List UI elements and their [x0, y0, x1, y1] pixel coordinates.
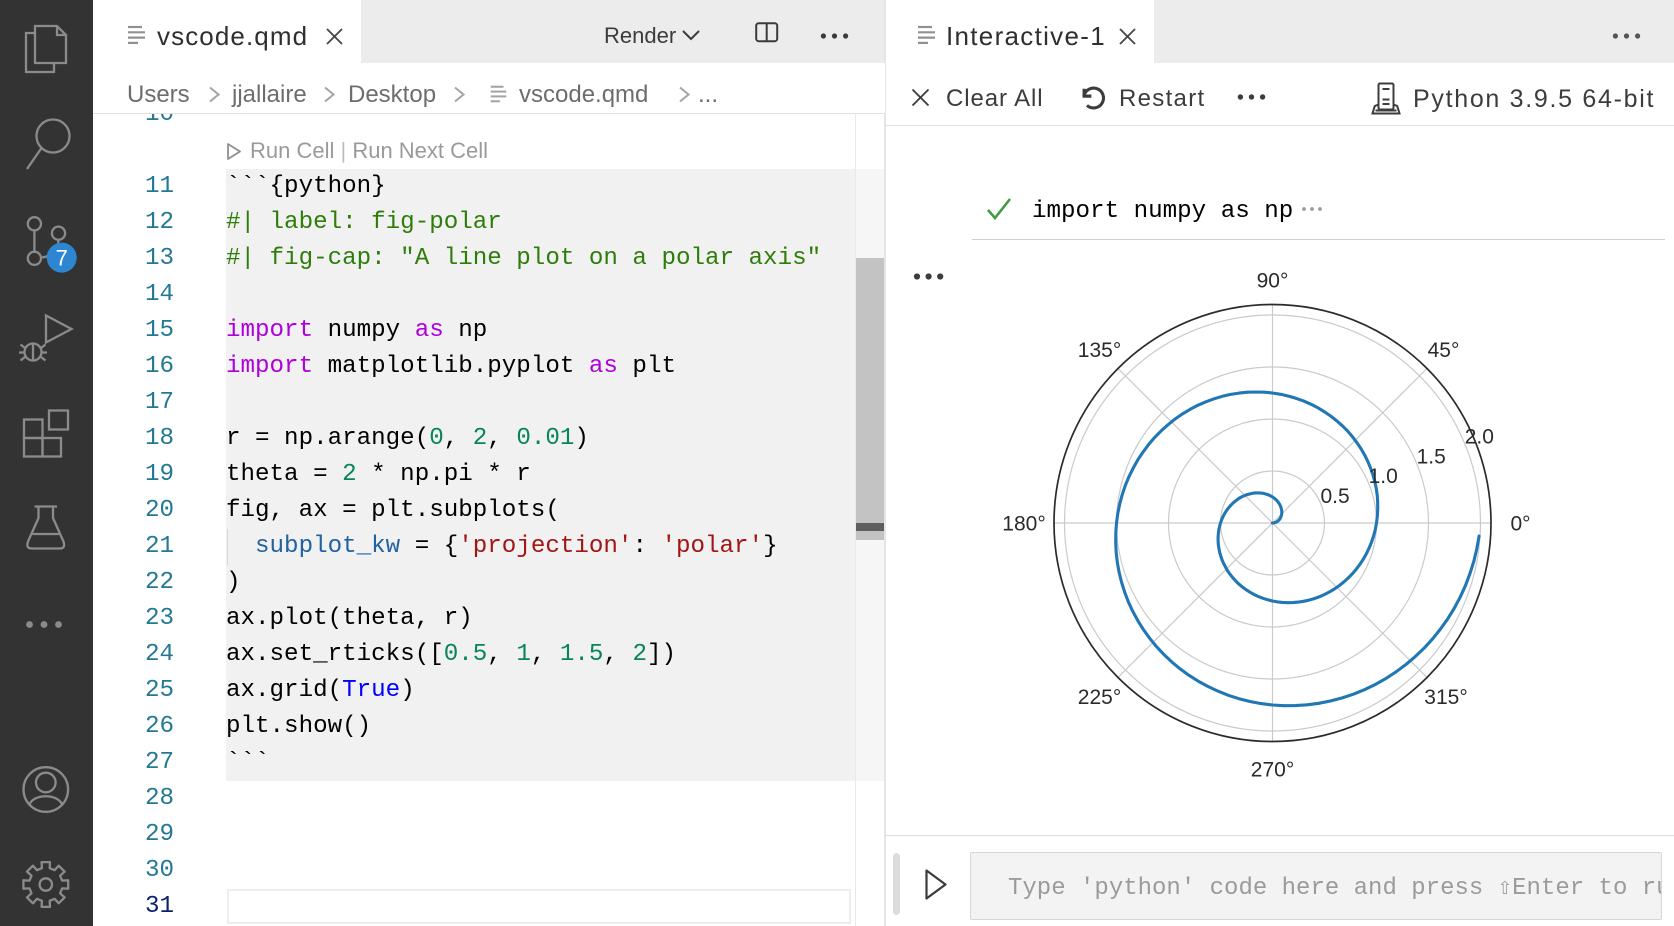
svg-text:2.0: 2.0 — [1465, 425, 1494, 448]
svg-text:0°: 0° — [1510, 513, 1530, 536]
svg-text:0.5: 0.5 — [1321, 485, 1350, 508]
svg-text:7: 7 — [56, 246, 68, 271]
svg-text:1.5: 1.5 — [1417, 445, 1446, 468]
svg-text:270°: 270° — [1251, 759, 1294, 782]
svg-text:180°: 180° — [1002, 513, 1045, 536]
svg-text:315°: 315° — [1424, 686, 1467, 709]
svg-text:135°: 135° — [1078, 339, 1121, 362]
svg-text:90°: 90° — [1257, 270, 1289, 293]
svg-text:45°: 45° — [1428, 339, 1460, 362]
svg-text:225°: 225° — [1078, 686, 1121, 709]
svg-text:1.0: 1.0 — [1369, 465, 1398, 488]
